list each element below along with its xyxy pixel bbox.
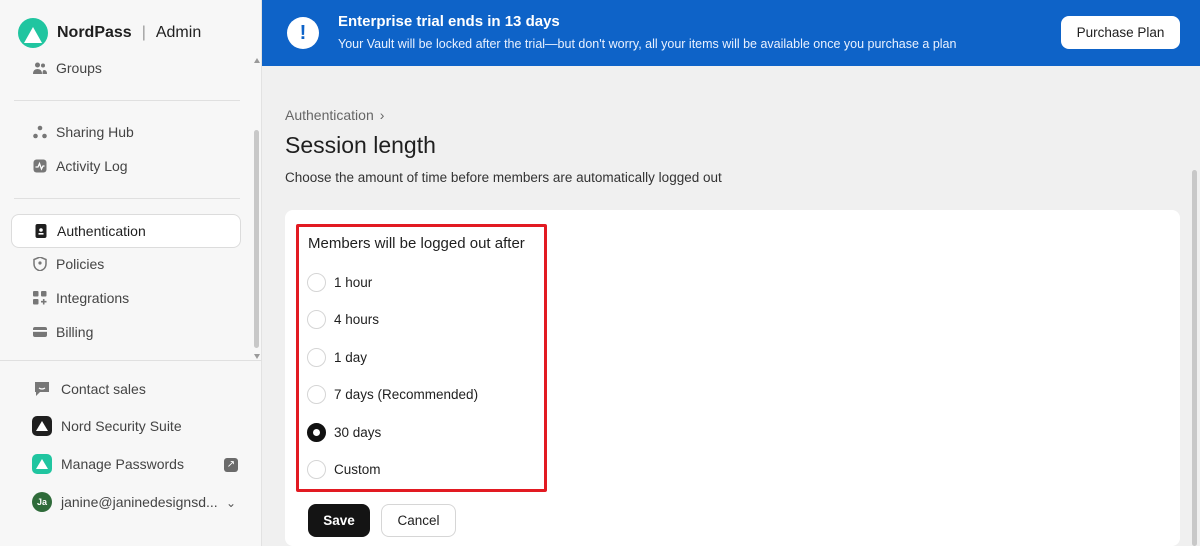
external-link-icon[interactable]: ↗ (224, 458, 238, 472)
integrations-icon (33, 291, 47, 305)
radio-group-label: Members will be logged out after (308, 235, 525, 252)
sidebar-item-authentication[interactable]: Authentication (11, 214, 241, 248)
brand[interactable]: NordPass | Admin (18, 18, 201, 48)
banner-title: Enterprise trial ends in 13 days (338, 13, 560, 30)
radio-button[interactable] (307, 459, 326, 479)
suite-label: Nord Security Suite (61, 418, 182, 434)
contact-sales-link[interactable]: Contact sales (32, 375, 146, 403)
user-email: janine@janinedesignsd... (61, 494, 218, 510)
radio-option-30-days[interactable]: 30 days (307, 421, 381, 443)
alert-icon: ! (287, 17, 319, 49)
radio-label: Custom (334, 461, 381, 477)
sidebar-scrollbar[interactable] (254, 130, 259, 348)
sidebar-divider (0, 360, 262, 361)
save-button[interactable]: Save (308, 504, 370, 537)
sidebar-item-integrations[interactable]: Integrations (11, 281, 241, 315)
nord-security-suite-link[interactable]: Nord Security Suite (32, 412, 182, 440)
cancel-button[interactable]: Cancel (381, 504, 456, 537)
sharing-hub-icon (33, 125, 47, 139)
nordpass-app-icon (32, 454, 52, 474)
chat-icon (35, 382, 49, 396)
sidebar-item-label: Policies (56, 256, 105, 272)
brand-name: NordPass (57, 24, 132, 41)
avatar: Ja (32, 492, 52, 512)
sidebar-item-label: Integrations (56, 290, 130, 306)
manage-passwords-label: Manage Passwords (61, 456, 184, 472)
sidebar-item-label: Groups (56, 60, 102, 76)
radio-button[interactable] (307, 309, 326, 329)
sidebar-item-label: Billing (56, 324, 94, 340)
sidebar-item-groups[interactable]: Groups (11, 51, 241, 85)
billing-icon (33, 327, 47, 337)
sidebar: NordPass | Admin Groups Sharing Hub Acti… (0, 0, 262, 546)
radio-label: 7 days (Recommended) (334, 386, 479, 402)
radio-button[interactable] (307, 272, 326, 292)
sidebar-item-policies[interactable]: Policies (11, 247, 241, 281)
chevron-down-icon[interactable]: ⌄ (226, 496, 236, 510)
sidebar-item-sharing-hub[interactable]: Sharing Hub (11, 115, 241, 149)
radio-option-1-hour[interactable]: 1 hour (307, 271, 372, 293)
radio-button-selected[interactable] (307, 422, 326, 442)
account-menu[interactable]: Ja janine@janinedesignsd... (32, 488, 218, 516)
main-scrollbar[interactable] (1192, 170, 1197, 546)
radio-button[interactable] (307, 384, 326, 404)
groups-icon (33, 62, 47, 74)
brand-section: Admin (155, 24, 202, 41)
radio-label: 4 hours (334, 311, 380, 327)
breadcrumb-authentication[interactable]: Authentication (285, 107, 374, 123)
banner-subtitle: Your Vault will be locked after the tria… (338, 37, 957, 51)
sidebar-divider (14, 100, 240, 101)
policies-icon (33, 257, 47, 271)
brand-separator: | (141, 24, 146, 41)
page-description: Choose the amount of time before members… (285, 170, 722, 185)
contact-sales-label: Contact sales (61, 381, 146, 397)
radio-label: 1 hour (334, 274, 373, 290)
activity-log-icon (33, 159, 47, 173)
sidebar-divider (14, 198, 240, 199)
nord-security-icon (32, 416, 52, 436)
purchase-plan-button[interactable]: Purchase Plan (1061, 16, 1180, 49)
radio-option-7-days[interactable]: 7 days (Recommended) (307, 383, 478, 405)
scroll-down-icon[interactable] (254, 354, 260, 359)
authentication-icon (35, 224, 47, 238)
sidebar-item-billing[interactable]: Billing (11, 315, 241, 349)
radio-option-1-day[interactable]: 1 day (307, 346, 367, 368)
scroll-up-icon[interactable] (254, 58, 260, 63)
manage-passwords-link[interactable]: Manage Passwords (32, 450, 184, 478)
sidebar-item-label: Activity Log (56, 158, 128, 174)
chevron-right-icon: › (379, 107, 385, 123)
radio-option-4-hours[interactable]: 4 hours (307, 308, 379, 330)
nordpass-logo-icon (18, 18, 48, 48)
breadcrumb: Authentication › (285, 107, 384, 123)
radio-option-custom[interactable]: Custom (307, 458, 381, 480)
radio-label: 30 days (334, 424, 382, 440)
page-title: Session length (285, 132, 436, 158)
sidebar-item-label: Sharing Hub (56, 124, 134, 140)
trial-banner: ! Enterprise trial ends in 13 days Your … (262, 0, 1200, 66)
radio-button[interactable] (307, 347, 326, 367)
sidebar-item-label: Authentication (57, 223, 146, 239)
radio-label: 1 day (334, 349, 368, 365)
sidebar-item-activity-log[interactable]: Activity Log (11, 149, 241, 183)
